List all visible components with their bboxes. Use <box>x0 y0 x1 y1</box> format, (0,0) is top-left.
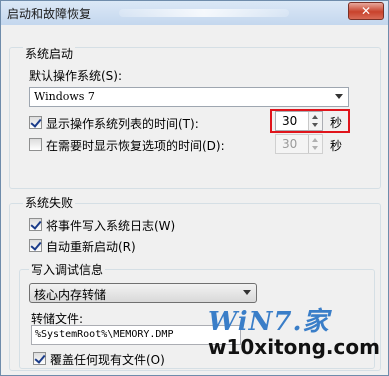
chevron-down-icon <box>335 94 343 99</box>
auto-restart-label: 自动重新启动(R) <box>46 240 136 254</box>
spin-up-icon[interactable] <box>312 115 318 119</box>
show-recovery-value: 30 <box>282 137 298 151</box>
show-recovery-unit: 秒 <box>330 139 343 153</box>
show-os-list-checkbox[interactable] <box>29 116 42 129</box>
close-button[interactable]: ✕ <box>348 2 384 20</box>
spinner-arrows[interactable] <box>308 112 322 130</box>
spin-up-icon[interactable] <box>312 138 318 142</box>
default-os-value: Windows 7 <box>34 90 95 103</box>
show-recovery-checkbox[interactable] <box>29 138 42 151</box>
default-os-select[interactable]: Windows 7 <box>29 87 349 107</box>
dump-file-value: %SystemRoot%\MEMORY.DMP <box>35 329 174 340</box>
system-startup-title: 系统启动 <box>23 45 76 62</box>
overwrite-label: 覆盖任何现有文件(O) <box>50 353 165 367</box>
show-os-list-label: 显示操作系统列表的时间(T): <box>46 117 199 131</box>
system-failure-title: 系统失败 <box>23 194 76 211</box>
show-os-list-spinner[interactable]: 30 <box>275 111 323 131</box>
default-os-label: 默认操作系统(S): <box>29 69 123 83</box>
spin-down-icon[interactable] <box>312 146 318 150</box>
title-bar-blur <box>119 9 289 17</box>
window-title: 启动和故障恢复 <box>7 7 92 21</box>
auto-restart-checkbox[interactable] <box>29 239 42 252</box>
show-recovery-spinner[interactable]: 30 <box>275 134 323 154</box>
show-recovery-label: 在需要时显示恢复选项的时间(D): <box>46 139 225 153</box>
spin-down-icon[interactable] <box>312 123 318 127</box>
startup-recovery-dialog: 启动和故障恢复 ✕ 系统启动 默认操作系统(S): Windows 7 显示操作… <box>0 0 389 376</box>
chevron-down-icon <box>243 290 251 295</box>
debug-info-title: 写入调试信息 <box>29 261 106 278</box>
show-os-list-value: 30 <box>282 114 298 128</box>
overwrite-checkbox[interactable] <box>33 352 46 365</box>
write-event-checkbox[interactable] <box>29 218 42 231</box>
show-os-list-unit: 秒 <box>330 116 343 130</box>
write-event-label: 将事件写入系统日志(W) <box>46 219 176 233</box>
watermark-url: w10xitong.com <box>208 335 380 359</box>
debug-type-value: 核心内存转储 <box>34 288 107 302</box>
site-watermark: WiN7.家 w10xitong.com <box>208 297 388 375</box>
watermark-logo: WiN7.家 <box>208 307 330 337</box>
spinner-arrows[interactable] <box>308 135 322 153</box>
title-bar[interactable]: 启动和故障恢复 ✕ <box>1 1 388 25</box>
